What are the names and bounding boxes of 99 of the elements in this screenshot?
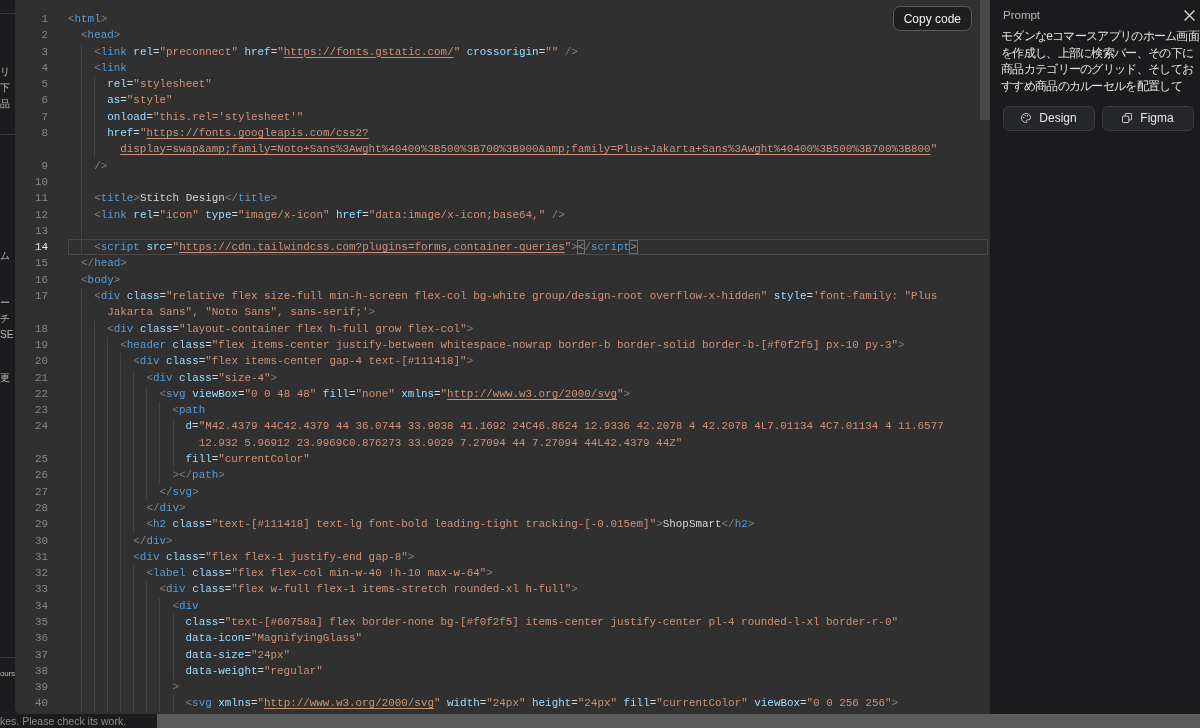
code-line: <div class="size-4"> <box>146 370 278 386</box>
code-line: /> <box>94 158 108 174</box>
line-number: 19 <box>34 337 48 353</box>
code-line: > <box>172 680 180 696</box>
code-line: <svg viewBox="0 0 48 48" fill="none" xmlns="http://www.w3.org/2000/svg"> <box>159 386 631 402</box>
line-number: 38 <box>34 663 48 679</box>
copy-code-button[interactable]: Copy code <box>892 6 972 31</box>
code-line: </svg> <box>159 484 199 500</box>
line-number: 33 <box>34 582 48 598</box>
code-line: <link rel="preconnect" href="https://fonts.gstatic.com/" crossorigin="" /> <box>94 44 578 60</box>
code-line: <title>Stitch Design</title> <box>94 191 278 207</box>
code-line: <header class="flex items-center justify-between whitespace-nowrap border-b border-solid border-b-[#f0f2f5] px-10 py-3"> <box>120 337 905 353</box>
line-number: 20 <box>34 354 48 370</box>
prompt-text: モダンなeコマースアプリのホーム画面を作成し、上部に検索バー、その下に商品カテゴリーのグリッド、そしておすすめ商品のカルーセルを配置して <box>1001 28 1200 95</box>
code-line: 12.932 5.96912 23.9969C0.876273 33.9029 7.27094 44 7.27094 44L42.4379 44Z" <box>198 435 683 451</box>
page-text: チ <box>0 312 10 326</box>
line-number: 12 <box>34 207 48 223</box>
code-line: as="style" <box>107 93 173 109</box>
code-line: <div class="flex w-full flex-1 items-stretch rounded-xl h-full"> <box>159 582 578 598</box>
code-line: ></path> <box>172 468 225 484</box>
palette-icon <box>1021 113 1032 124</box>
panel-title: Prompt <box>1003 8 1041 22</box>
code-line: </div> <box>146 500 186 516</box>
line-number: 8 <box>41 126 48 142</box>
code-line: <div class="relative flex size-full min-h-screen flex-col bg-white group/design-root overflow-x-hidden" style='font-family: "Plus <box>94 289 938 305</box>
code-line: <head> <box>81 28 121 44</box>
line-number: 23 <box>34 403 48 419</box>
line-number: 34 <box>34 598 48 614</box>
code-line: display=swap&amp;family=Noto+Sans%3Awght%40400%3B500%3B700%3B900&amp;family=Plus+Jakarta+Sans%3Awght%40400%3B500%3B700%3B800" <box>120 142 938 158</box>
page-text: 更 <box>0 371 10 385</box>
code-line: data-icon="MagnifyingGlass" <box>185 631 363 647</box>
line-number: 16 <box>34 272 48 288</box>
code-line: <div class="layout-container flex h-full grow flex-col"> <box>107 321 474 337</box>
line-number: 5 <box>41 77 48 93</box>
line-number: 2 <box>41 28 48 44</box>
code-line: <html> <box>68 12 108 27</box>
design-button[interactable]: Design <box>1003 105 1095 131</box>
code-line: <div class="flex flex-1 justify-end gap-8"> <box>133 549 415 565</box>
line-number: 28 <box>34 500 48 516</box>
page-text: リ <box>0 65 10 79</box>
code-line: d="M42.4379 44C42.4379 44 36.0744 33.9038 41.1692 24C46.8624 12.9336 42.2078 4 42.2078 4L7.01134 4C7.01134 4 11.6577 <box>185 419 944 435</box>
page-text: 下 <box>0 81 10 95</box>
line-number: 29 <box>34 517 48 533</box>
code-line: <body> <box>81 272 121 288</box>
line-number: 32 <box>34 566 48 582</box>
code-line: <div class="flex items-center gap-4 text-[#111418]"> <box>133 354 474 370</box>
line-number: 3 <box>41 44 48 60</box>
page-text: 品 <box>0 97 10 111</box>
line-number: 31 <box>34 549 48 565</box>
line-number: 26 <box>34 468 48 484</box>
code-line: href="https://fonts.googleapis.com/css2? <box>107 126 369 142</box>
line-number: 35 <box>34 615 48 630</box>
line-number: 14 <box>34 240 48 256</box>
code-line: <label class="flex flex-col min-w-40 !h-10 max-w-64"> <box>146 566 493 582</box>
line-number: 36 <box>34 631 48 647</box>
line-number: 15 <box>34 256 48 272</box>
line-number: 39 <box>34 680 48 696</box>
page-text: ー <box>0 296 10 310</box>
line-number: 27 <box>34 484 48 500</box>
line-number: 10 <box>34 174 48 190</box>
line-number: 7 <box>41 109 48 125</box>
code-line: class="text-[#60758a] flex border-none bg-[#f0f2f5] items-center justify-center pl-4 rounded-l-xl border-r-0" <box>185 615 898 630</box>
line-number: 9 <box>41 158 48 174</box>
code-line: <link rel="icon" type="image/x-icon" href="data:image/x-icon;base64," /> <box>94 207 565 223</box>
code-line: Jakarta Sans", "Noto Sans", sans-serif;'> <box>107 305 376 321</box>
line-number: 13 <box>34 223 48 239</box>
line-number: 21 <box>34 370 48 386</box>
line-number: 40 <box>34 696 48 712</box>
line-number: 30 <box>34 533 48 549</box>
code-line: rel="stylesheet" <box>107 77 212 93</box>
code-line: </head> <box>81 256 127 272</box>
line-number: 4 <box>41 60 48 76</box>
line-number: 18 <box>34 321 48 337</box>
line-number: 25 <box>34 452 48 467</box>
code-line: <link <box>94 60 127 76</box>
line-number: 1 <box>41 12 48 27</box>
code-line: data-size="24px" <box>185 647 291 663</box>
code-line: </div> <box>133 533 173 549</box>
code-line: <h2 class="text-[#111418] text-lg font-bold leading-tight tracking-[-0.015em]">ShopSmart</h2> <box>146 517 755 533</box>
line-number: 17 <box>34 289 48 305</box>
close-icon[interactable] <box>1184 9 1195 21</box>
line-number: 24 <box>34 419 48 435</box>
copy-icon <box>1122 113 1133 124</box>
page-text: SE <box>0 328 14 342</box>
figma-button[interactable]: Figma <box>1102 105 1194 131</box>
code-line: onload="this.rel='stylesheet'" <box>107 109 304 125</box>
code-line: <svg xmlns="http://www.w3.org/2000/svg" width="24px" height="24px" fill="currentColor" viewBox="0 0 256 256"> <box>185 696 899 712</box>
scrollbar-thumb[interactable] <box>980 0 990 120</box>
page-text: ours <box>0 668 15 680</box>
code-line: fill="currentColor" <box>185 452 310 467</box>
code-line: data-weight="regular" <box>185 663 323 679</box>
page-text: ム <box>0 249 10 263</box>
line-number: 22 <box>34 386 48 402</box>
code-line: <div <box>172 598 199 614</box>
line-number: 37 <box>34 647 48 663</box>
notice-text: kes. Please check its work. <box>0 714 127 728</box>
line-number: 11 <box>34 191 48 207</box>
line-number: 6 <box>41 93 48 109</box>
code-line: <path <box>172 403 206 419</box>
